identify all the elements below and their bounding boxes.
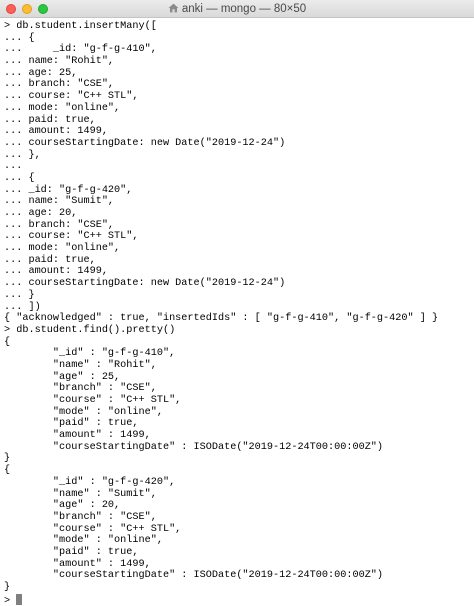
window-title-container: anki — mongo — 80×50 [0,2,474,16]
terminal-line: > db.student.find().pretty() [4,324,176,336]
terminal-line: ... mode: "online", [4,102,121,114]
terminal-line: "mode" : "online", [4,406,163,418]
terminal-line: ... [4,161,23,173]
terminal-line: ... branch: "CSE", [4,219,115,231]
terminal-line: ... ]) [4,301,41,313]
prompt-symbol: > [4,595,17,606]
terminal-line: "branch" : "CSE", [4,511,157,523]
window-title: anki — mongo — 80×50 [181,3,307,15]
terminal-line: "branch" : "CSE", [4,383,157,395]
terminal-line: "courseStartingDate" : ISODate("2019-12-… [4,441,384,453]
terminal-line: "course" : "C++ STL", [4,523,182,535]
house-icon [168,3,179,13]
terminal-line: "_id" : "g-f-g-410", [4,348,176,360]
terminal-line: ... name: "Rohit", [4,56,115,68]
terminal-line: "amount" : 1499, [4,558,151,570]
terminal-line: "mode" : "online", [4,535,163,547]
terminal-line: } [4,453,11,465]
terminal-line: ... age: 20, [4,208,78,219]
terminal-line: ... name: "Sumit", [4,196,115,208]
terminal-line: "age" : 20, [4,500,121,512]
terminal-line: } [4,582,11,593]
terminal-line: "name" : "Sumit", [4,488,157,500]
terminal-line: ... { [4,172,35,184]
terminal-line: { "acknowledged" : true, "insertedIds" :… [4,313,439,325]
terminal-line: ... courseStartingDate: new Date("2019-1… [4,137,286,149]
terminal-line: ... _id: "g-f-g-410", [4,44,157,56]
terminal-line: > db.student.insertMany([ [4,21,157,32]
text-cursor [16,593,23,605]
terminal-line: ... } [4,289,35,301]
terminal-line: ... amount: 1499, [4,266,108,278]
terminal-line: ... paid: true, [4,254,96,266]
terminal-line: ... age: 25, [4,67,78,79]
terminal-line: ... courseStartingDate: new Date("2019-1… [4,278,286,290]
terminal-line: ... { [4,32,35,44]
terminal-line: "course" : "C++ STL", [4,395,182,406]
terminal-window: anki — mongo — 80×50 > db.student.insert… [0,0,474,606]
terminal-line: ... }, [4,149,41,161]
terminal-line: ... course: "C++ STL", [4,91,139,103]
terminal-line: "name" : "Rohit", [4,359,157,371]
terminal-line: { [4,465,11,477]
terminal-output[interactable]: > db.student.insertMany([... {... _id: "… [4,21,474,606]
terminal-line: ... branch: "CSE", [4,79,115,91]
terminal-line: "courseStartingDate" : ISODate("2019-12-… [4,570,384,582]
terminal-line: "_id" : "g-f-g-420", [4,476,176,488]
terminal-line: "paid" : true, [4,418,139,430]
terminal-line: ... amount: 1499, [4,126,108,138]
terminal-line: ... mode: "online", [4,243,121,255]
terminal-line: ... paid: true, [4,114,96,126]
terminal-line: ... course: "C++ STL", [4,231,139,243]
terminal-line: "paid" : true, [4,546,139,558]
terminal-line: ... _id: "g-f-g-420", [4,184,133,196]
terminal-line: "age" : 25, [4,371,121,383]
title-bar[interactable]: anki — mongo — 80×50 [0,0,474,18]
prompt-line[interactable]: > [4,593,474,606]
terminal-line: { [4,336,11,348]
terminal-line: "amount" : 1499, [4,430,151,442]
